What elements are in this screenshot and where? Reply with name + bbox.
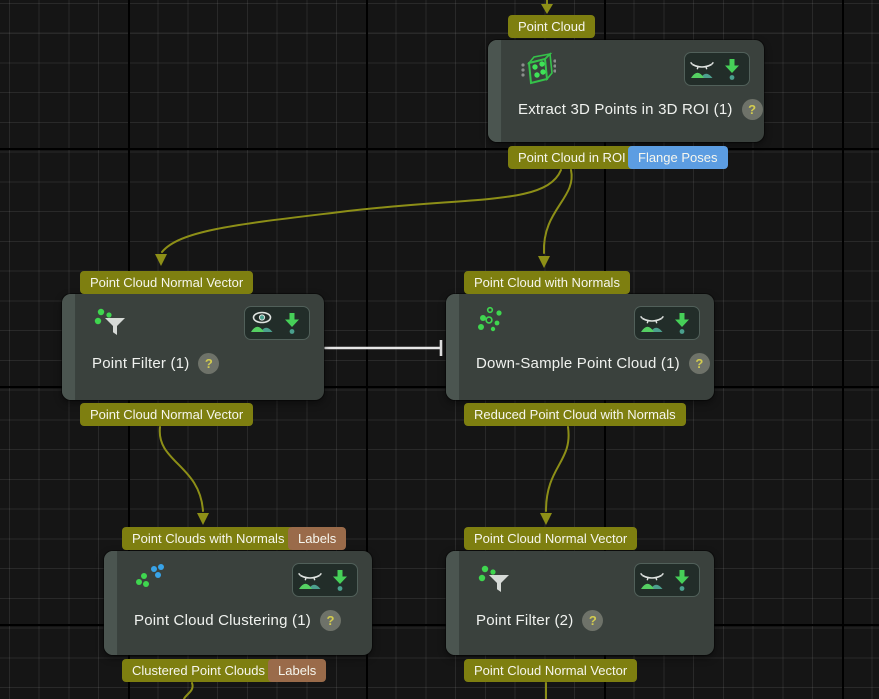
connection-wire[interactable] [184,683,193,699]
closed-eye-icon[interactable] [689,56,715,82]
port-badge-clustering-labels-in[interactable]: Labels [288,527,346,550]
port-badge-clustering-input[interactable]: Point Clouds with Normals [122,527,294,550]
node-action-buttons [292,563,358,597]
node-title: Point Filter (1) [92,355,189,372]
node-action-buttons [244,306,310,340]
node-point-filter-1[interactable]: Point Filter (1) ? [62,294,324,400]
help-button[interactable]: ? [320,610,341,631]
port-badge-downsample-output[interactable]: Reduced Point Cloud with Normals [464,403,686,426]
help-button[interactable]: ? [689,353,710,374]
help-button[interactable]: ? [742,99,763,120]
node-extract-3d-points-in-3d-roi[interactable]: Extract 3D Points in 3D ROI (1) ? [488,40,764,142]
port-badge-pf1-output[interactable]: Point Cloud Normal Vector [80,403,253,426]
roi-cube-icon [518,51,556,89]
node-title: Down-Sample Point Cloud (1) [476,355,680,372]
node-point-cloud-clustering[interactable]: Point Cloud Clustering (1) ? [104,551,372,655]
node-down-sample-point-cloud[interactable]: Down-Sample Point Cloud (1) ? [446,294,714,400]
port-badge-pf2-output[interactable]: Point Cloud Normal Vector [464,659,637,682]
open-eye-icon[interactable] [249,310,275,336]
download-arrow-icon[interactable] [669,567,695,593]
node-action-buttons [634,306,700,340]
clustering-icon [134,562,172,600]
node-point-filter-2[interactable]: Point Filter (2) ? [446,551,714,655]
down-sample-icon [476,305,514,343]
help-button[interactable]: ? [582,610,603,631]
node-action-buttons [684,52,750,86]
download-arrow-icon[interactable] [719,56,745,82]
closed-eye-icon[interactable] [297,567,323,593]
node-title: Point Cloud Clustering (1) [134,612,311,629]
port-badge-flange-poses[interactable]: Flange Poses [628,146,728,169]
port-badge-clustering-output[interactable]: Clustered Point Clouds [122,659,275,682]
closed-eye-icon[interactable] [639,567,665,593]
port-badge-downsample-input[interactable]: Point Cloud with Normals [464,271,630,294]
point-filter-icon [476,562,514,600]
port-badge-pf2-input[interactable]: Point Cloud Normal Vector [464,527,637,550]
port-badge-clustering-labels-out[interactable]: Labels [268,659,326,682]
connection-wire[interactable] [162,170,561,252]
connection-wire[interactable] [546,427,569,511]
closed-eye-icon[interactable] [639,310,665,336]
port-badge-point-cloud-in-roi[interactable]: Point Cloud in ROI [508,146,636,169]
download-arrow-icon[interactable] [327,567,353,593]
point-filter-icon [92,305,130,343]
download-arrow-icon[interactable] [669,310,695,336]
help-button[interactable]: ? [198,353,219,374]
port-badge-pf1-input[interactable]: Point Cloud Normal Vector [80,271,253,294]
node-graph-canvas[interactable]: Point Cloud Point Cloud in ROI Flange Po… [0,0,879,699]
node-action-buttons [634,563,700,597]
port-badge-point-cloud[interactable]: Point Cloud [508,15,595,38]
connection-wire[interactable] [544,170,572,253]
node-title: Point Filter (2) [476,612,573,629]
node-title: Extract 3D Points in 3D ROI (1) [518,101,733,118]
connection-wire[interactable] [160,427,203,511]
pending-connection-wire[interactable] [324,340,441,356]
download-arrow-icon[interactable] [279,310,305,336]
